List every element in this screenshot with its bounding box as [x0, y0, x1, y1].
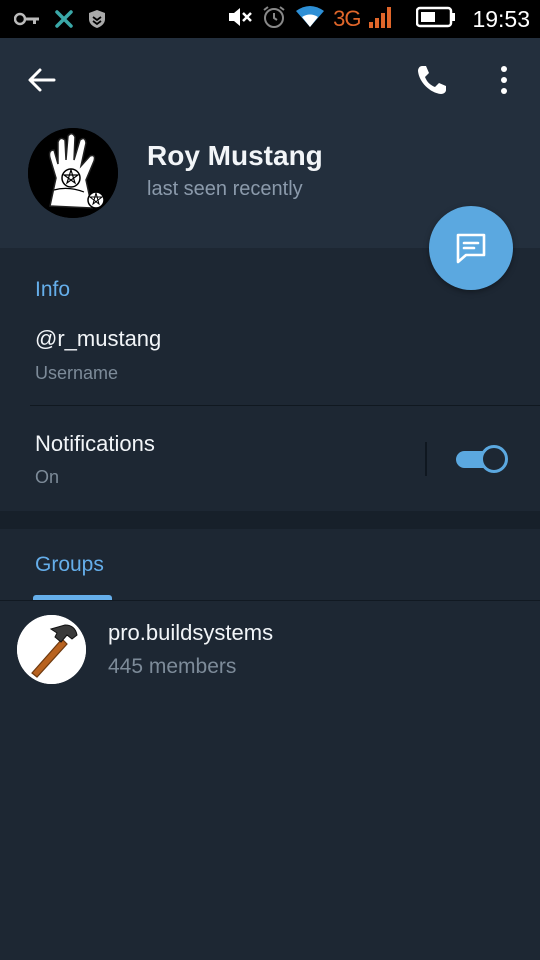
profile-screen: 3G 19:53 Roy Mustang last seen recently … — [0, 0, 540, 960]
shared-tabs: Groups — [0, 529, 540, 601]
message-icon — [456, 233, 486, 264]
tab-groups[interactable]: Groups — [35, 553, 104, 577]
notifications-label: Notifications — [35, 431, 155, 456]
section-gap — [0, 511, 540, 529]
x-logo-icon — [54, 9, 74, 34]
network-type: 3G — [333, 6, 361, 31]
mute-icon — [227, 5, 253, 34]
group-name: pro.buildsystems — [108, 620, 274, 645]
clock: 19:53 — [472, 5, 530, 32]
username-label: Username — [35, 363, 119, 383]
status-bar: 3G 19:53 — [0, 0, 540, 38]
group-members: 445 members — [108, 655, 237, 678]
profile-last-seen: last seen recently — [147, 178, 303, 200]
divider — [30, 405, 540, 406]
send-message-button[interactable] — [429, 206, 513, 290]
toggle-knob — [480, 445, 508, 473]
group-avatar — [17, 615, 86, 684]
profile-avatar[interactable] — [28, 128, 118, 218]
list-item[interactable]: pro.buildsystems 445 members — [0, 602, 540, 694]
tab-indicator — [33, 595, 112, 600]
vertical-separator — [425, 442, 427, 476]
hammer-icon — [17, 615, 86, 684]
alarm-icon — [261, 4, 287, 35]
notifications-value: On — [35, 467, 60, 487]
notifications-toggle[interactable] — [456, 445, 508, 473]
username-value: @r_mustang — [35, 326, 162, 351]
battery-icon — [416, 6, 456, 33]
more-vertical-icon — [501, 66, 507, 94]
key-icon — [13, 12, 40, 31]
shield-icon — [88, 9, 106, 34]
info-section-title: Info — [35, 278, 71, 301]
signal-icon — [368, 5, 394, 34]
more-menu-button[interactable] — [492, 62, 516, 98]
wifi-icon — [295, 5, 325, 34]
profile-name: Roy Mustang — [147, 140, 323, 171]
arrow-left-icon — [28, 68, 56, 92]
call-button[interactable] — [414, 62, 450, 98]
phone-icon — [418, 66, 446, 94]
back-button[interactable] — [26, 64, 58, 96]
